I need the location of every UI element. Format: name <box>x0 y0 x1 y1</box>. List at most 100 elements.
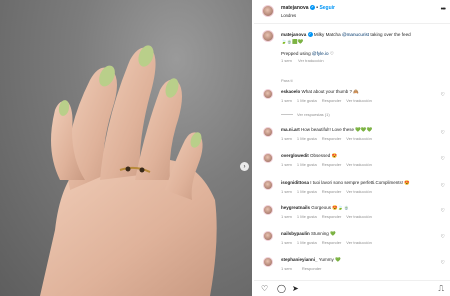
caption-text: matejanova ✓ Milky Matcha @manucurist ta… <box>281 31 443 64</box>
caption-mention[interactable]: @manucurist <box>342 32 369 37</box>
comment-meta: 1 sem 1 Me gusta Responder Ver traducción <box>281 162 377 167</box>
comment-time[interactable]: 1 sem <box>281 162 292 167</box>
caption-username[interactable]: matejanova <box>281 32 306 37</box>
comment-heart-icon[interactable]: ♡ <box>441 130 445 136</box>
more-horizontal-icon[interactable]: ••• <box>441 6 446 13</box>
comment-meta: 1 sem 1 Me gusta Responder Ver traducción <box>281 240 377 245</box>
comment-time[interactable]: 1 sem <box>281 189 292 194</box>
comment-avatar[interactable] <box>263 231 273 241</box>
comment-text: Yummy 💚 <box>318 257 341 262</box>
username-text[interactable]: matejanova <box>281 5 309 11</box>
comment-time[interactable]: 1 sem <box>281 136 292 141</box>
comment-reply-button[interactable]: Responder <box>322 162 342 167</box>
comment-body: ma.ni.art How beautiful!! Love these 💚💚💚 <box>281 127 436 133</box>
caption-text-before: Milky Matcha <box>313 32 342 37</box>
heart-icon[interactable]: ♡ <box>261 284 268 293</box>
follow-button[interactable]: Seguir <box>319 5 335 11</box>
comment-avatar[interactable] <box>263 180 273 190</box>
comment-likes[interactable]: 1 Me gusta <box>297 240 317 245</box>
share-icon[interactable]: ➤ <box>292 284 299 293</box>
comment-translate-link[interactable]: Ver traducción <box>346 98 372 103</box>
comment-translate-link[interactable]: Ver traducción <box>346 214 372 219</box>
caption-meta: 1 sem Ver traducción <box>281 57 443 64</box>
comment-likes[interactable]: 1 Me gusta <box>297 98 317 103</box>
comment-avatar[interactable] <box>263 257 273 267</box>
next-arrow-icon[interactable]: › <box>240 162 249 171</box>
comment-reply-button[interactable]: Responder <box>322 136 342 141</box>
caption-line2-before: Prepped using <box>281 51 312 56</box>
comment-username[interactable]: heygreatnails <box>281 205 310 210</box>
replies-line <box>281 114 293 116</box>
post-header: matejanova ✓ • Seguir Londres ••• <box>254 0 450 24</box>
comment-time[interactable]: 1 sem <box>281 214 292 219</box>
comment-likes[interactable]: 1 Me gusta <box>297 136 317 141</box>
comment-likes[interactable]: 1 Me gusta <box>297 162 317 167</box>
verified-icon: ✓ <box>307 32 313 38</box>
comment-text: Stunning 💚 <box>311 231 336 236</box>
comment-translate-link[interactable]: Ver traducción <box>346 162 372 167</box>
comment-avatar[interactable] <box>263 153 273 163</box>
comment-body: heygreatnails Gorgeous 😍🍃🍵 <box>281 205 436 211</box>
comment-username[interactable]: ma.ni.art <box>281 127 300 132</box>
verified-icon: ✓ <box>309 5 315 11</box>
comment-likes[interactable]: 1 Me gusta <box>297 189 317 194</box>
comment-reply-button[interactable]: Responder <box>322 214 342 219</box>
header-username[interactable]: matejanova ✓ • Seguir <box>281 5 335 11</box>
comment-reply-button[interactable]: Responder <box>322 189 342 194</box>
comment-reply-button[interactable]: Responder <box>322 240 342 245</box>
comment-likes[interactable]: 1 Me gusta <box>297 214 317 219</box>
comment-meta: 1 sem 1 Me gusta Responder Ver traducción <box>281 136 377 141</box>
comment-text: How beautiful!! Love these 💚💚💚 <box>301 127 373 132</box>
comment-translate-link[interactable]: Ver traducción <box>346 240 372 245</box>
comment-body: isognidittosa I tuoi lavori sono sempre … <box>281 180 436 186</box>
hand-image <box>40 45 217 296</box>
comment-body: overglowedit Obsessed 😍 <box>281 153 436 159</box>
comment-reply-button[interactable]: Responder <box>322 98 342 103</box>
comment-icon[interactable]: ◯ <box>277 284 286 293</box>
comment-time[interactable]: 1 sem <box>281 240 292 245</box>
comment-username[interactable]: overglowedit <box>281 153 309 158</box>
comment-heart-icon[interactable]: ♡ <box>441 208 445 214</box>
save-icon[interactable]: ⎍ <box>438 284 444 294</box>
comment-reply-button[interactable]: Responder <box>302 266 322 271</box>
comment-heart-icon[interactable]: ♡ <box>441 156 445 162</box>
comment-heart-icon[interactable]: ♡ <box>441 92 445 98</box>
view-replies-button[interactable]: Ver respuestas (1) <box>281 112 330 117</box>
comment-translate-link[interactable]: Ver traducción <box>346 136 372 141</box>
avatar[interactable] <box>262 5 274 17</box>
caption-line2-mention[interactable]: @fyle.io <box>312 51 329 56</box>
action-bar: ♡ ◯ ➤ ⎍ <box>254 280 450 296</box>
caption-text-after: taking over the feed <box>369 32 411 37</box>
comment-username[interactable]: nailsbypaulin <box>281 231 310 236</box>
comment-username[interactable]: eskaoelo <box>281 89 300 94</box>
comment-text: Gorgeous 😍🍃🍵 <box>311 205 350 210</box>
comment-heart-icon[interactable]: ♡ <box>441 234 445 240</box>
comment-avatar[interactable] <box>263 89 273 99</box>
comment-time[interactable]: 1 sem <box>281 98 292 103</box>
comment-text: Obsessed 😍 <box>310 153 338 158</box>
post-photo: › <box>0 0 252 296</box>
caption-translate-link[interactable]: Ver traducción <box>298 58 324 63</box>
caption-line2-after: ♡ <box>328 51 334 56</box>
comment-avatar[interactable] <box>263 205 273 215</box>
caption-avatar[interactable] <box>262 30 274 42</box>
caption-time[interactable]: 1 sem <box>281 58 292 63</box>
comment-username[interactable]: isognidittosa <box>281 180 309 185</box>
comment-meta: 1 sem Responder <box>281 266 331 271</box>
for-you-label[interactable]: Para ti <box>281 78 293 83</box>
location-link[interactable]: Londres <box>281 13 296 18</box>
comment-avatar[interactable] <box>263 127 273 137</box>
comment-heart-icon[interactable]: ♡ <box>441 260 445 266</box>
post-modal: › matejanova ✓ • Seguir Londres ••• mate… <box>0 0 450 296</box>
comment-time[interactable]: 1 sem <box>281 266 292 271</box>
caption-emojis: 🍃🍵🟩💚 <box>281 39 304 44</box>
comment-username[interactable]: stephanieyianni_ <box>281 257 318 262</box>
comment-translate-link[interactable]: Ver traducción <box>346 189 372 194</box>
view-replies-label[interactable]: Ver respuestas (1) <box>297 112 330 117</box>
comment-body: stephanieyianni_ Yummy 💚 <box>281 257 436 263</box>
comment-meta: 1 sem 1 Me gusta Responder Ver traducción <box>281 214 377 219</box>
post-panel: matejanova ✓ • Seguir Londres ••• mateja… <box>254 0 450 296</box>
comment-heart-icon[interactable]: ♡ <box>441 183 445 189</box>
comment-meta: 1 sem 1 Me gusta Responder Ver traducción <box>281 98 377 103</box>
comment-text: I tuoi lavori sono sempre perfetti.Compl… <box>310 180 410 185</box>
